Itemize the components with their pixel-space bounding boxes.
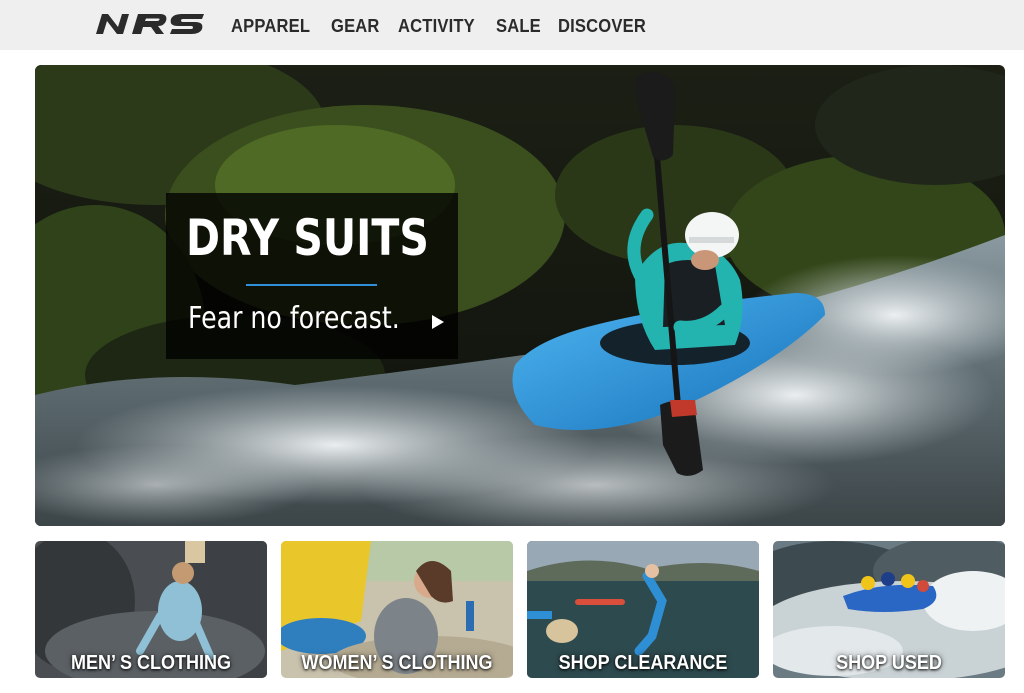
nav-sale[interactable]: SALE [496, 15, 541, 37]
hero-text-panel: DRY SUITS Fear no forecast. [166, 193, 458, 359]
hero-subtitle[interactable]: Fear no forecast. [188, 301, 400, 337]
tile-label-used: SHOP USED [836, 652, 942, 674]
tile-label-womens: WOMEN’ S CLOTHING [301, 652, 493, 674]
tile-label-clearance: SHOP CLEARANCE [558, 652, 728, 674]
main-nav: APPAREL GEAR ACTIVITY SALE DISCOVER [231, 15, 654, 37]
tile-mens-clothing[interactable]: MEN’ S CLOTHING [35, 541, 267, 678]
nav-discover[interactable]: DISCOVER [558, 15, 646, 37]
nav-apparel[interactable]: APPAREL [231, 15, 310, 37]
play-arrow-icon[interactable] [431, 314, 445, 330]
tile-womens-clothing[interactable]: WOMEN’ S CLOTHING [281, 541, 513, 678]
hero-divider [246, 284, 377, 286]
hero-title: DRY SUITS [186, 209, 429, 267]
nrs-logo[interactable] [94, 10, 206, 38]
site-header: APPAREL GEAR ACTIVITY SALE DISCOVER [0, 0, 1024, 50]
tile-shop-used[interactable]: SHOP USED [773, 541, 1005, 678]
tile-shop-clearance[interactable]: SHOP CLEARANCE [527, 541, 759, 678]
hero-banner[interactable]: DRY SUITS Fear no forecast. [35, 65, 1005, 526]
nav-activity[interactable]: ACTIVITY [398, 15, 475, 37]
nav-gear[interactable]: GEAR [331, 15, 380, 37]
tile-label-mens: MEN’ S CLOTHING [70, 652, 232, 674]
